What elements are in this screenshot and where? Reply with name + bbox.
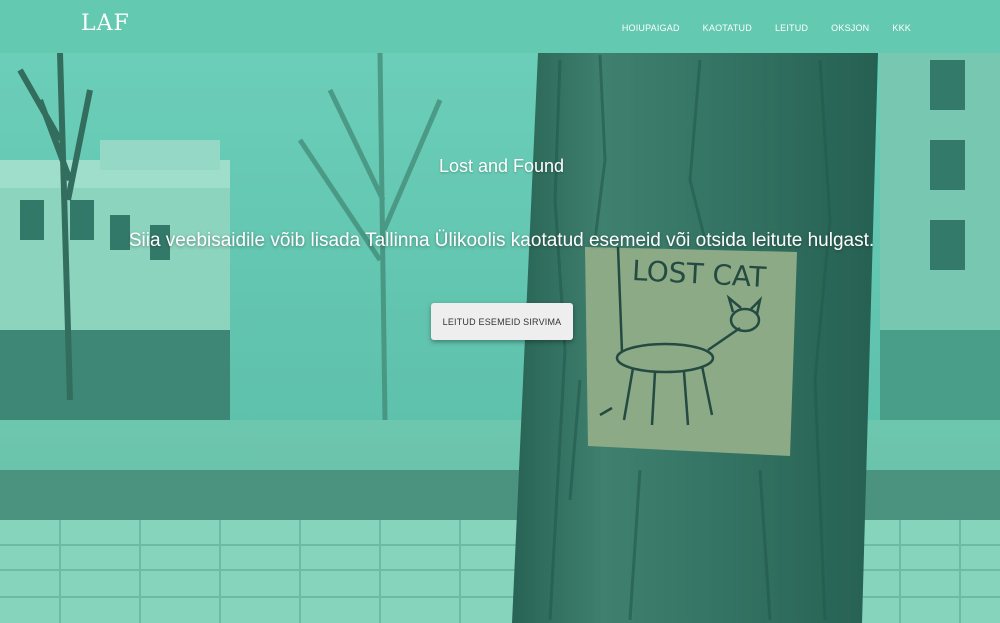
hero-subtitle: Siia veebisaidile võib lisada Tallinna Ü…	[128, 230, 875, 251]
nav-link-kaotatud[interactable]: KAOTATUD	[703, 23, 752, 33]
nav-item-hoiupaigad: HOIUPAIGAD	[622, 18, 680, 36]
nav-item-kaotatud: KAOTATUD	[703, 18, 752, 36]
nav-menu: HOIUPAIGAD KAOTATUD LEITUD OKSJON KKK	[599, 0, 911, 53]
top-navbar: LAF HOIUPAIGAD KAOTATUD LEITUD OKSJON KK…	[0, 0, 1000, 53]
nav-link-hoiupaigad[interactable]: HOIUPAIGAD	[622, 23, 680, 33]
hero-title: Lost and Found	[438, 156, 565, 176]
nav-link-kkk[interactable]: KKK	[892, 23, 911, 33]
nav-item-leitud: LEITUD	[775, 18, 808, 36]
nav-item-kkk: KKK	[892, 18, 911, 36]
brand-logo[interactable]: LAF	[81, 11, 130, 36]
nav-link-leitud[interactable]: LEITUD	[775, 23, 808, 33]
nav-item-oksjon: OKSJON	[831, 18, 869, 36]
nav-link-oksjon[interactable]: OKSJON	[831, 23, 869, 33]
browse-found-items-button[interactable]: LEITUD ESEMEID SIRVIMA	[431, 303, 573, 340]
page: LOST CAT LAF HOIUPAIGAD KAOTATUD LEITUD …	[0, 0, 1000, 623]
